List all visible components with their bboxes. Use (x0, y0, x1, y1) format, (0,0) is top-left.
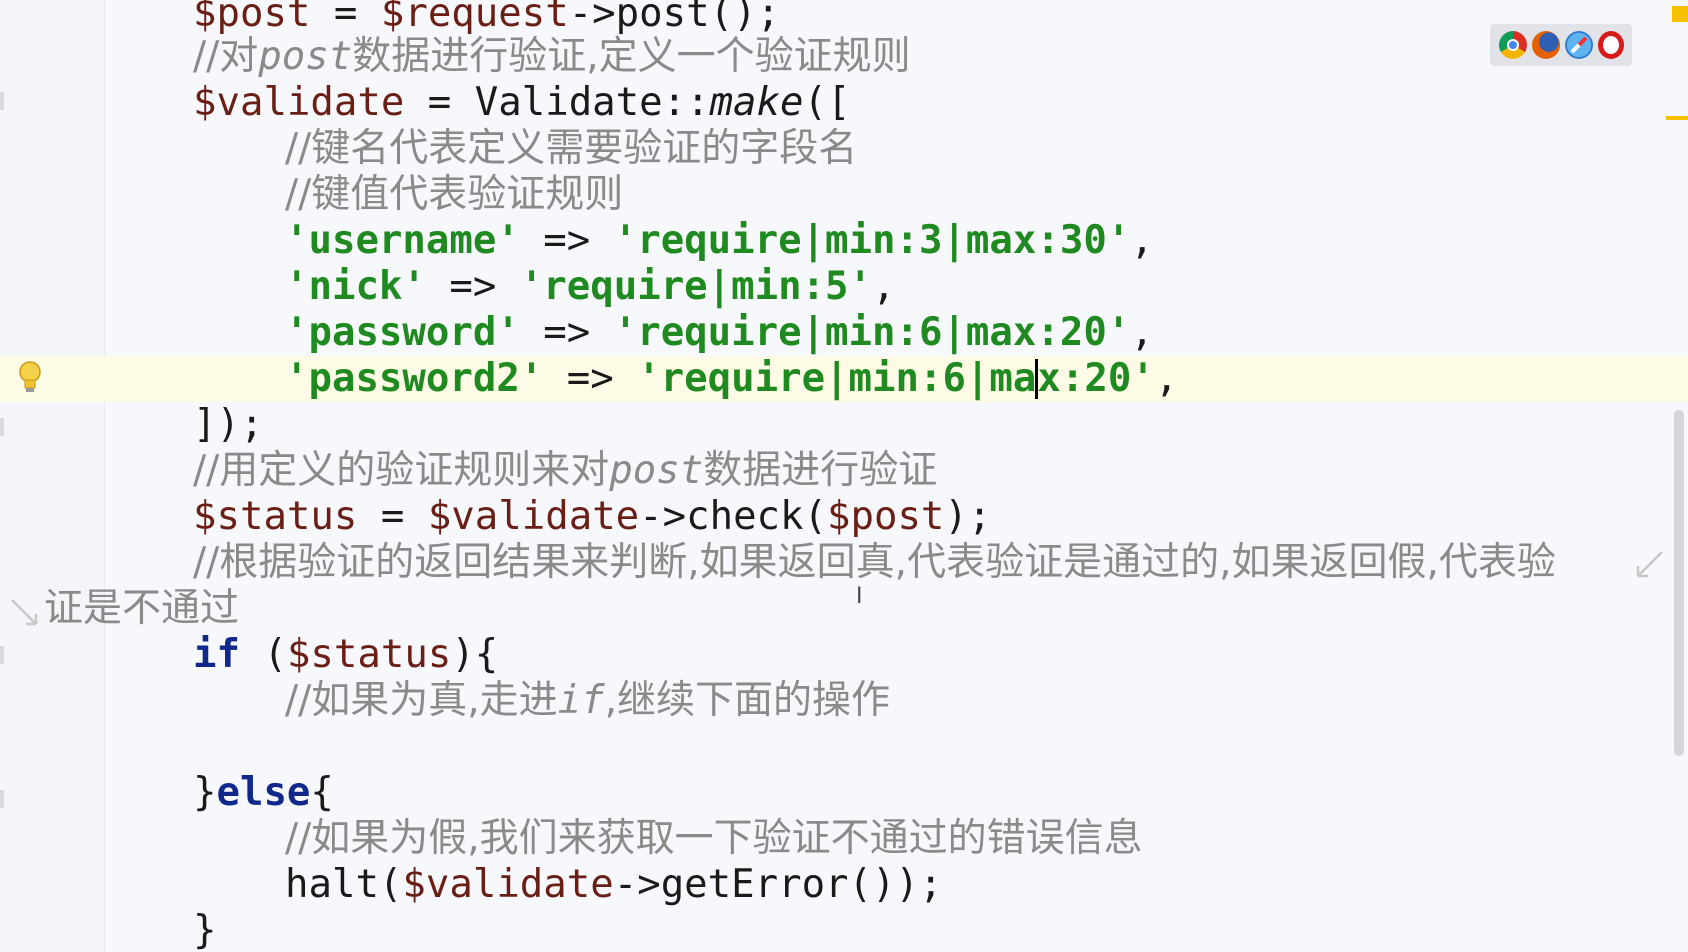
plain-token: { (310, 770, 334, 815)
plain-token: , (1154, 356, 1179, 401)
plain-token: ->post(); (568, 0, 781, 36)
plain-token: ->check( (639, 494, 827, 539)
kw-token: else (216, 770, 311, 815)
cmt-token: 证是不通过 (44, 586, 240, 631)
plain-token: => (543, 356, 638, 401)
cmt-token: //如果为真,走进 (285, 678, 558, 723)
code-line[interactable]: } (0, 908, 1688, 952)
code-line[interactable]: //对post数据进行验证,定义一个验证规则 (0, 34, 1688, 80)
var-token: $validate (402, 862, 614, 907)
plain-token: ->getError()); (613, 862, 943, 907)
lightbulb-icon[interactable] (18, 360, 42, 394)
var-token: $post (193, 0, 311, 36)
code-line[interactable]: halt($validate->getError()); (0, 862, 1688, 908)
code-line[interactable]: //如果为假,我们来获取一下验证不通过的错误信息 (0, 816, 1688, 862)
cmt-token: 数据进行验证,定义一个验证规则 (352, 34, 911, 79)
kw-token: if (193, 632, 240, 677)
code-line[interactable]: $validate = Validate::make([ (0, 80, 1688, 126)
plain-token: , (1130, 218, 1154, 263)
soft-wrap-continue-icon (11, 599, 38, 626)
var-token: $status (286, 632, 452, 677)
plain-token: = (310, 0, 381, 36)
code-line[interactable]: }else{ (0, 770, 1688, 816)
cmt-token: //如果为假,我们来获取一下验证不通过的错误信息 (285, 816, 1143, 861)
code-line[interactable]: if ($status){ (0, 632, 1688, 678)
code-line[interactable]: //键名代表定义需要验证的字段名 (0, 126, 1688, 172)
comment-token-wrapper: post (258, 34, 352, 79)
warning-stripe-marker[interactable] (1666, 116, 1688, 120)
plain-token: => (519, 310, 614, 355)
firefox-icon[interactable] (1531, 31, 1560, 59)
safari-icon[interactable] (1564, 31, 1593, 59)
code-line[interactable] (0, 724, 1688, 770)
comment-token-wrapper: post (609, 448, 703, 493)
plain-token: = Validate:: (404, 80, 710, 125)
code-line[interactable]: //根据验证的返回结果来判断,如果返回真,代表验证是通过的,如果返回假,代表验 (0, 540, 1688, 586)
cmt-token: //键名代表定义需要验证的字段名 (285, 126, 858, 171)
cmt-token: ,继续下面的操作 (604, 678, 891, 723)
mouse-ibeam-cursor: I (856, 584, 863, 609)
plain-token: } (193, 908, 217, 952)
vertical-scrollbar[interactable] (1674, 410, 1684, 756)
code-line[interactable]: //键值代表验证规则 (0, 172, 1688, 218)
str-token: x:20' (1037, 356, 1155, 401)
plain-token: => (425, 264, 520, 309)
plain-token: halt( (285, 862, 403, 907)
plain-token: ){ (451, 632, 499, 677)
plain-token: ([ (803, 80, 851, 125)
plain-token: => (519, 218, 614, 263)
str-token: 'password2' (285, 356, 544, 401)
plain-token: = (357, 494, 428, 539)
comment-token-wrapper: if (558, 678, 605, 723)
var-token: $request (380, 0, 569, 36)
str-token: 'require|min:3|max:30' (613, 218, 1131, 263)
cmt-token: //键值代表验证规则 (285, 172, 624, 217)
code-line[interactable]: //如果为真,走进if,继续下面的操作 (0, 678, 1688, 724)
current-code-line[interactable]: 'password2' => 'require|min:6|max:20', (0, 356, 1688, 402)
plain-token: , (1130, 310, 1154, 355)
var-token: $post (827, 494, 945, 539)
comment-token: post (609, 448, 704, 493)
plain-token: , (872, 264, 896, 309)
soft-wrap-icon (1636, 551, 1663, 578)
browser-preview-toolbar (1490, 24, 1632, 66)
comment-token: post (258, 34, 353, 79)
opera-icon[interactable] (1597, 31, 1624, 59)
str-token: 'username' (285, 218, 520, 263)
cmt-token: 数据进行验证 (703, 448, 938, 493)
var-token: $validate (193, 80, 405, 125)
code-line[interactable]: $post = $request->post(); (0, 0, 1688, 37)
cmt-token: //根据验证的返回结果来判断,如果返回真,代表验证是通过的,如果返回假,代表验 (193, 540, 1556, 585)
plain-token: } (193, 770, 217, 815)
code-line[interactable]: $status = $validate->check($post); (0, 494, 1688, 540)
comment-token: if (557, 678, 605, 723)
plain-token: ( (239, 632, 287, 677)
code-line[interactable]: ]); (0, 402, 1688, 448)
plain-token: ]); (193, 402, 264, 447)
str-token: 'require|min:5' (519, 264, 873, 309)
cmt-token: //用定义的验证规则来对 (193, 448, 610, 493)
error-stripe-marker[interactable] (1672, 6, 1688, 22)
str-token: 'nick' (285, 264, 426, 309)
it-token: make (709, 80, 804, 125)
code-editor[interactable]: $post = $request->post(); //对post数据进行验证,… (0, 0, 1688, 952)
var-token: $validate (427, 494, 640, 539)
code-line[interactable]: //用定义的验证规则来对post数据进行验证 (0, 448, 1688, 494)
str-token: 'require|min:6|ma (637, 356, 1037, 401)
code-line[interactable]: 'password' => 'require|min:6|max:20', (0, 310, 1688, 356)
str-token: 'password' (285, 310, 520, 355)
str-token: 'require|min:6|max:20' (613, 310, 1131, 355)
code-line-wrapped[interactable]: 证是不通过 (0, 586, 1688, 632)
var-token: $status (193, 494, 358, 539)
plain-token: ); (944, 494, 992, 539)
cmt-token: //对 (193, 34, 259, 79)
chrome-icon[interactable] (1498, 31, 1527, 59)
code-line[interactable]: 'username' => 'require|min:3|max:30', (0, 218, 1688, 264)
code-line[interactable]: 'nick' => 'require|min:5', (0, 264, 1688, 310)
